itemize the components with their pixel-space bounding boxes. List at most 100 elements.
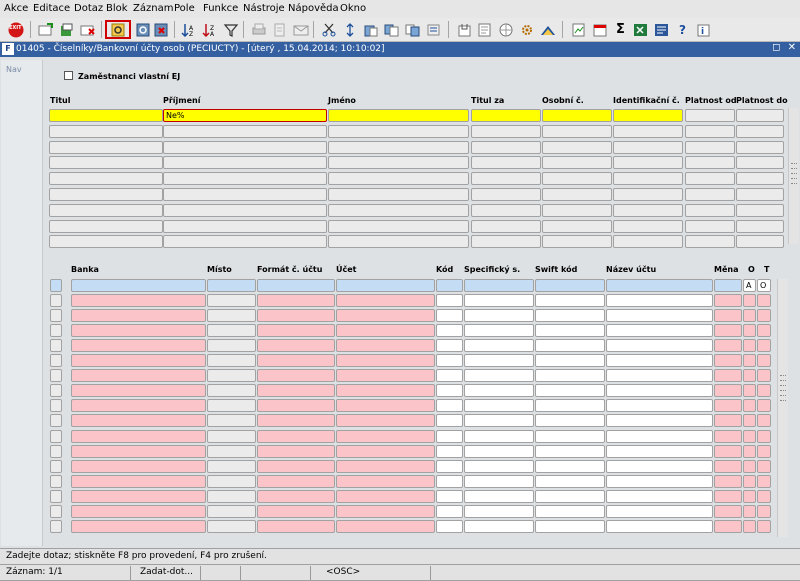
field-mena[interactable] — [714, 504, 742, 518]
field-identifikacni-cislo[interactable] — [613, 109, 683, 122]
field-identifikacni-cislo[interactable] — [613, 172, 683, 186]
field-swift-kod[interactable] — [535, 504, 605, 518]
field-format-cisla-uctu[interactable] — [257, 369, 335, 383]
field-nazev-uctu[interactable] — [606, 459, 713, 473]
row-indicator[interactable] — [50, 429, 62, 443]
field-prijmeni[interactable] — [163, 203, 327, 217]
report-button[interactable] — [570, 21, 587, 38]
field-specificky-symbol[interactable] — [464, 429, 534, 443]
field-platnost-od[interactable] — [685, 172, 735, 186]
row-indicator[interactable] — [50, 459, 62, 473]
field-prijmeni[interactable] — [163, 172, 327, 186]
field-banka[interactable] — [71, 414, 206, 428]
field-platnost-do[interactable] — [736, 235, 784, 249]
field-misto[interactable] — [207, 444, 256, 458]
field-t[interactable] — [757, 399, 771, 413]
field-format-cisla-uctu[interactable] — [257, 519, 335, 533]
delete-record-button[interactable] — [79, 21, 96, 38]
field-nazev-uctu[interactable] — [606, 504, 713, 518]
field-osobni-cislo[interactable] — [542, 188, 612, 201]
field-titul-za[interactable] — [471, 219, 541, 233]
field-kod[interactable] — [436, 414, 463, 428]
help-button[interactable]: ? — [674, 21, 691, 38]
field-swift-kod[interactable] — [535, 279, 605, 292]
row-indicator[interactable] — [50, 279, 62, 292]
field-swift-kod[interactable] — [535, 369, 605, 383]
filter-button[interactable] — [222, 21, 239, 38]
menu-editace[interactable]: Editace — [33, 3, 70, 14]
field-ucet[interactable] — [336, 414, 435, 428]
menu-okno[interactable]: Okno — [340, 3, 366, 14]
field-nazev-uctu[interactable] — [606, 369, 713, 383]
field-o[interactable] — [743, 339, 756, 353]
field-mena[interactable] — [714, 354, 742, 368]
field-titul-za[interactable] — [471, 172, 541, 186]
field-nazev-uctu[interactable] — [606, 294, 713, 308]
field-banka[interactable] — [71, 459, 206, 473]
field-format-cisla-uctu[interactable] — [257, 504, 335, 518]
field-titul[interactable] — [49, 172, 163, 186]
field-platnost-do[interactable] — [736, 156, 784, 170]
cut-button[interactable] — [320, 21, 337, 38]
field-nazev-uctu[interactable] — [606, 444, 713, 458]
paste-button[interactable] — [362, 21, 379, 38]
field-t[interactable] — [757, 414, 771, 428]
field-misto[interactable] — [207, 429, 256, 443]
window-controls[interactable]: ◻ ✕ — [772, 42, 798, 53]
field-platnost-do[interactable] — [736, 109, 784, 122]
about-button[interactable]: i — [695, 21, 712, 38]
field-t[interactable] — [757, 309, 771, 323]
field-nazev-uctu[interactable] — [606, 384, 713, 398]
field-platnost-od[interactable] — [685, 235, 735, 249]
field-prijmeni[interactable]: Ne% — [163, 109, 327, 122]
field-platnost-od[interactable] — [685, 109, 735, 122]
field-swift-kod[interactable] — [535, 489, 605, 503]
field-ucet[interactable] — [336, 519, 435, 533]
field-misto[interactable] — [207, 324, 256, 338]
field-swift-kod[interactable] — [535, 354, 605, 368]
field-o[interactable] — [743, 324, 756, 338]
field-platnost-od[interactable] — [685, 156, 735, 170]
email-button[interactable] — [292, 21, 309, 38]
field-nazev-uctu[interactable] — [606, 279, 713, 292]
field-swift-kod[interactable] — [535, 309, 605, 323]
field-format-cisla-uctu[interactable] — [257, 414, 335, 428]
field-specificky-symbol[interactable] — [464, 279, 534, 292]
field-kod[interactable] — [436, 399, 463, 413]
field-titul-za[interactable] — [471, 235, 541, 249]
field-swift-kod[interactable] — [535, 459, 605, 473]
field-ucet[interactable] — [336, 369, 435, 383]
field-identifikacni-cislo[interactable] — [613, 140, 683, 154]
field-titul[interactable] — [49, 219, 163, 233]
field-titul[interactable] — [49, 235, 163, 249]
field-osobni-cislo[interactable] — [542, 109, 612, 122]
menu-pole[interactable]: Pole — [174, 3, 195, 14]
field-mena[interactable] — [714, 459, 742, 473]
zamestnanci-checkbox[interactable] — [64, 71, 73, 80]
field-t[interactable] — [757, 459, 771, 473]
field-t[interactable] — [757, 324, 771, 338]
field-kod[interactable] — [436, 354, 463, 368]
field-mena[interactable] — [714, 279, 742, 292]
field-specificky-symbol[interactable] — [464, 309, 534, 323]
field-o[interactable] — [743, 414, 756, 428]
field-identifikacni-cislo[interactable] — [613, 203, 683, 217]
field-o[interactable] — [743, 474, 756, 488]
field-titul-za[interactable] — [471, 124, 541, 138]
field-banka[interactable] — [71, 369, 206, 383]
field-mena[interactable] — [714, 309, 742, 323]
field-o[interactable] — [743, 399, 756, 413]
field-mena[interactable] — [714, 414, 742, 428]
field-o[interactable] — [743, 309, 756, 323]
field-format-cisla-uctu[interactable] — [257, 384, 335, 398]
field-nazev-uctu[interactable] — [606, 414, 713, 428]
field-o[interactable] — [743, 294, 756, 308]
exit-button[interactable]: EXIT — [7, 21, 24, 38]
settings-button[interactable] — [518, 21, 535, 38]
field-o[interactable] — [743, 489, 756, 503]
field-mena[interactable] — [714, 429, 742, 443]
field-kod[interactable] — [436, 444, 463, 458]
field-nazev-uctu[interactable] — [606, 339, 713, 353]
row-indicator[interactable] — [50, 339, 62, 353]
field-nazev-uctu[interactable] — [606, 474, 713, 488]
